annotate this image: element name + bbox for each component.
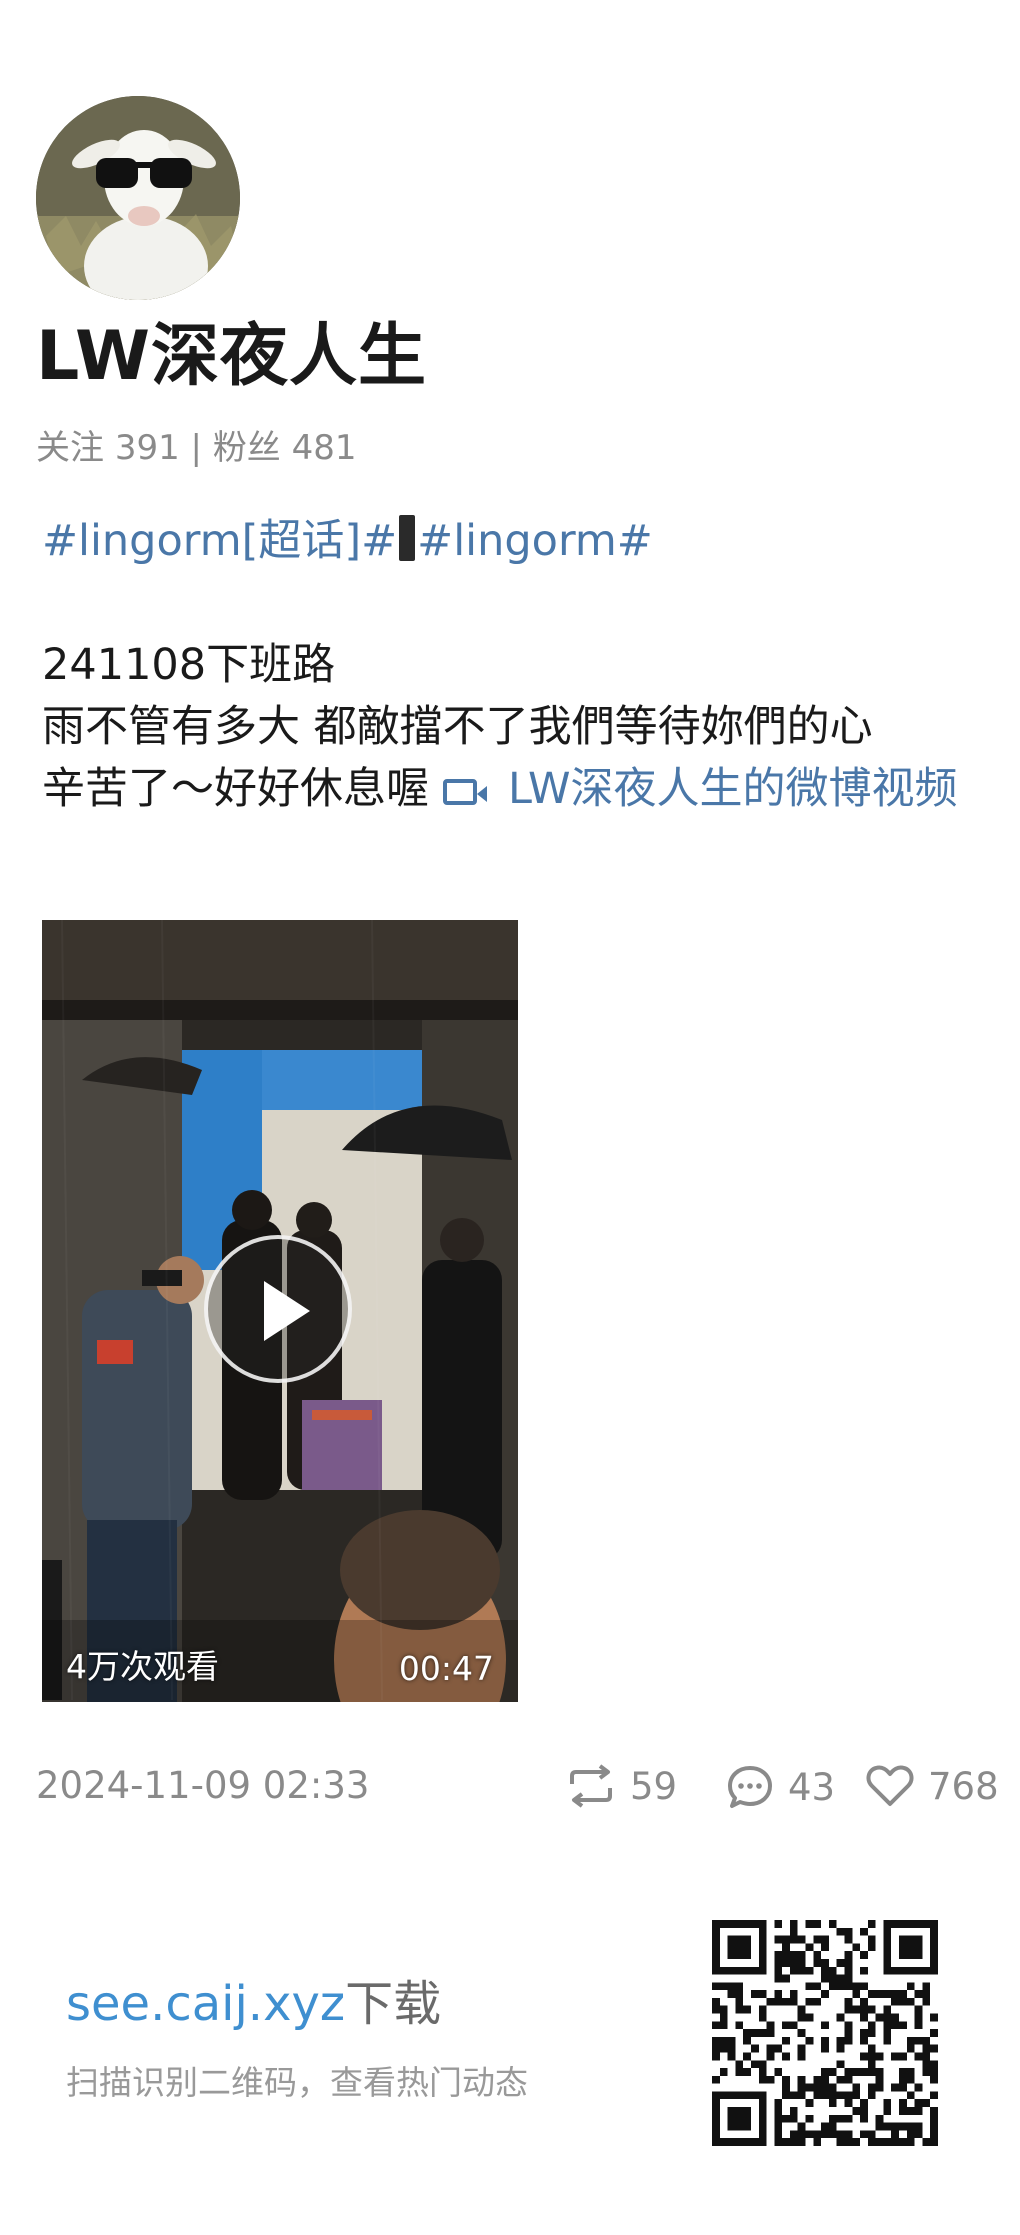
followers-label: 粉丝 <box>212 428 281 468</box>
qr-hint: 扫描识别二维码，查看热门动态 <box>66 2063 528 2102</box>
profile-stats: 关注 391 | 粉丝 481 <box>36 420 357 469</box>
topic-tag-lingorm[interactable]: #lingorm# <box>417 516 653 566</box>
stats-separator: | <box>190 428 202 468</box>
repost-button[interactable]: 59 <box>566 1764 677 1808</box>
like-count: 768 <box>928 1764 999 1808</box>
topic-glyph-icon <box>399 515 416 561</box>
like-button[interactable]: 768 <box>866 1764 999 1808</box>
repost-icon <box>570 1764 612 1808</box>
download-link[interactable]: see.caij.xyz下载 <box>66 1964 441 2034</box>
post-body: #lingorm[超话]# #lingorm# 241108下班路 雨不管有多大 … <box>42 510 1002 820</box>
post-line-1: 241108下班路 <box>42 640 336 690</box>
download-domain: see.caij.xyz <box>66 1976 346 2032</box>
post-timestamp: 2024-11-09 02:33 <box>36 1764 370 1807</box>
comment-button[interactable]: 43 <box>726 1764 835 1810</box>
post-line-3-text: 辛苦了～好好休息喔 <box>42 764 443 814</box>
topic-tags: #lingorm[超话]# #lingorm# <box>42 510 1002 572</box>
following-label: 关注 <box>36 428 104 468</box>
qr-code <box>712 1920 938 2146</box>
post-line-2: 雨不管有多大 都敵擋不了我們等待妳們的心 <box>42 702 873 752</box>
heart-icon <box>866 1765 914 1806</box>
play-icon[interactable] <box>204 1235 352 1383</box>
username[interactable]: LW深夜人生 <box>36 312 427 402</box>
post-meta: 2024-11-09 02:33 59 43 768 <box>36 1760 999 1820</box>
video-duration: 00:47 <box>398 1649 494 1688</box>
repost-count: 59 <box>630 1764 678 1808</box>
video-view-count: 4万次观看 <box>66 1647 219 1686</box>
goat-avatar-image <box>36 96 240 300</box>
video-thumbnail[interactable]: 4万次观看 00:47 <box>42 920 518 1702</box>
video-link[interactable]: LW深夜人生的微博视频 <box>442 764 958 814</box>
video-link-icon <box>442 779 487 805</box>
followers-count[interactable]: 481 <box>292 428 357 468</box>
download-label: 下载 <box>345 1976 442 2032</box>
comment-count: 43 <box>788 1765 836 1809</box>
avatar[interactable] <box>36 96 240 300</box>
post-line-3: 辛苦了～好好休息喔 LW深夜人生的微博视频 <box>42 758 1002 820</box>
comment-icon <box>728 1766 772 1808</box>
topic-tag-supertopic[interactable]: #lingorm[超话]# <box>42 516 397 566</box>
video-link-text: LW深夜人生的微博视频 <box>508 764 958 814</box>
following-count[interactable]: 391 <box>115 428 180 468</box>
